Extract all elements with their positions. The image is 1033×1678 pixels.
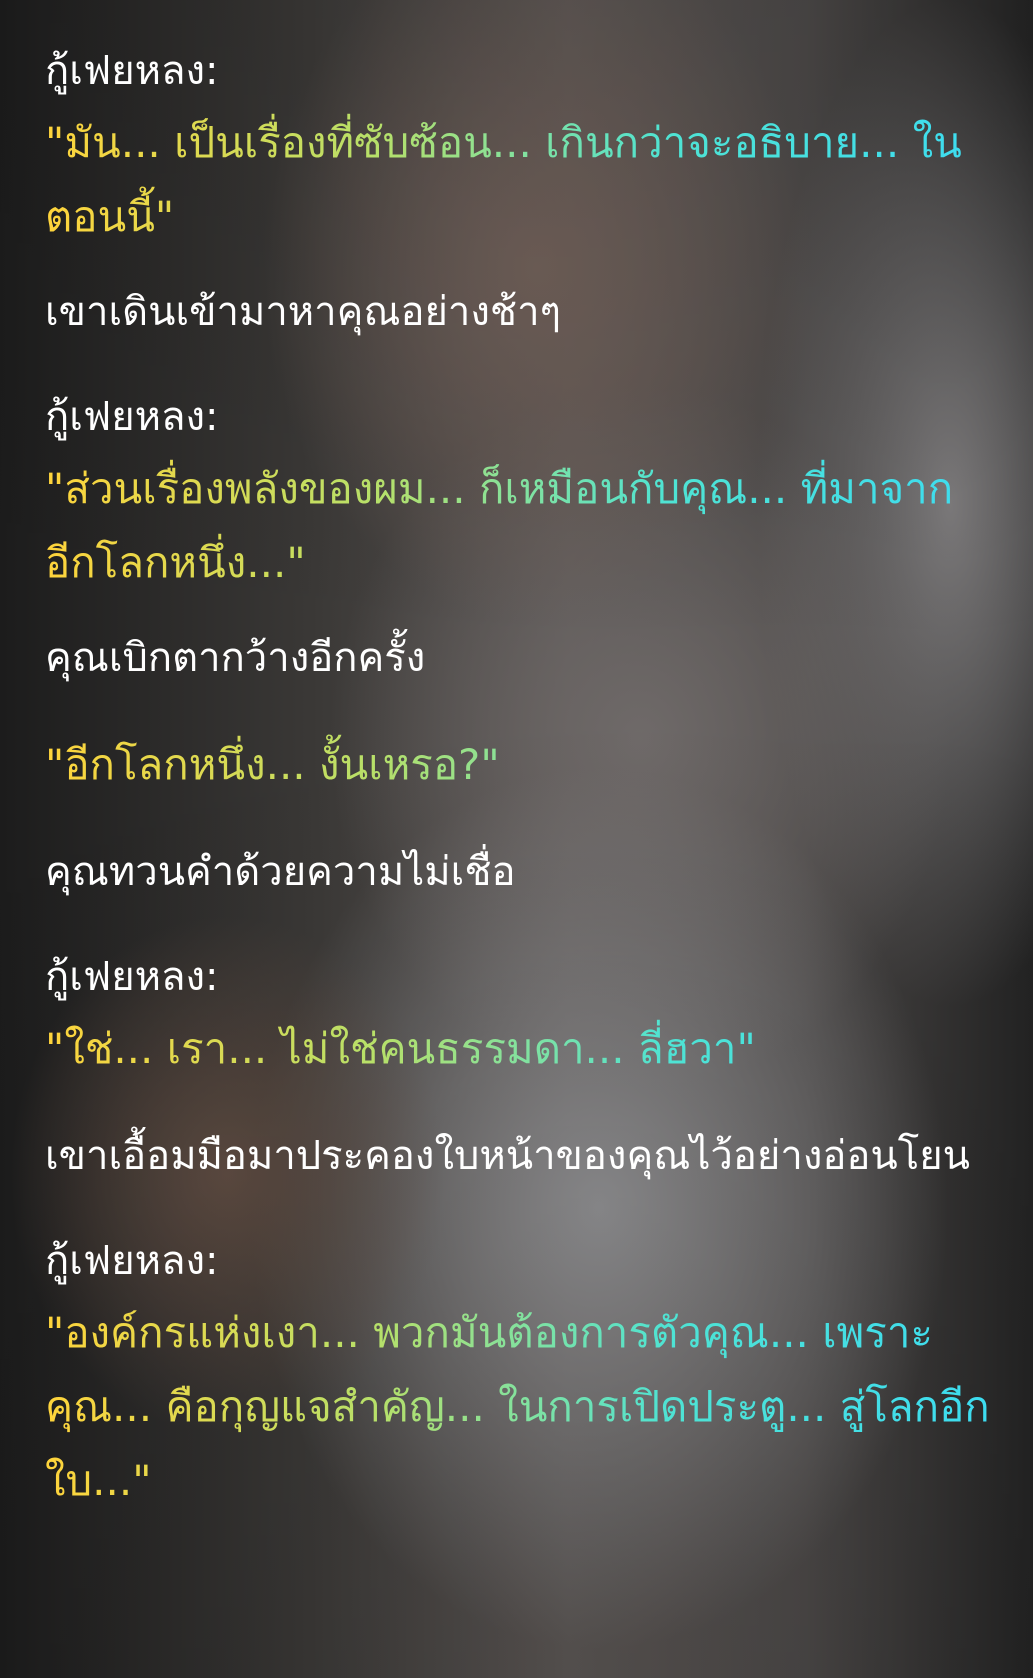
message-block: กู้เฟยหลง: "ใช่... เรา... ไม่ใช่คนธรรมดา… [45,942,1000,1086]
dialogue-text: "อีกโลกหนึ่ง... งั้นเหรอ?" [45,728,1000,802]
message-block: เขาเดินเข้ามาหาคุณอย่างช้าๆ [45,282,1000,342]
message-block: เขาเอื้อมมือมาประคองใบหน้าของคุณไว้อย่าง… [45,1126,1000,1186]
message-block: กู้เฟยหลง: "ส่วนเรื่องพลังของผม... ก็เหม… [45,382,1000,600]
chat-transcript: กู้เฟยหลง: "มัน... เป็นเรื่องที่ซับซ้อน.… [45,36,1000,1518]
narration-text: คุณเบิกตากว้างอีกครั้ง [45,635,426,681]
dialogue-text: "มัน... เป็นเรื่องที่ซับซ้อน... เกินกว่า… [45,106,1000,254]
speaker-name: กู้เฟยหลง: [45,48,219,94]
speaker-name: กู้เฟยหลง: [45,394,219,440]
narration-text: เขาเอื้อมมือมาประคองใบหน้าของคุณไว้อย่าง… [45,1133,970,1179]
message-block: คุณเบิกตากว้างอีกครั้ง [45,628,1000,688]
speaker-name: กู้เฟยหลง: [45,954,219,1000]
narration-text: คุณทวนคำด้วยความไม่เชื่อ [45,849,516,895]
speaker-name: กู้เฟยหลง: [45,1238,219,1284]
message-block: กู้เฟยหลง: "มัน... เป็นเรื่องที่ซับซ้อน.… [45,36,1000,254]
dialogue-text: "องค์กรแห่งเงา... พวกมันต้องการตัวคุณ...… [45,1296,1000,1518]
message-block: "อีกโลกหนึ่ง... งั้นเหรอ?" [45,728,1000,802]
narration-text: เขาเดินเข้ามาหาคุณอย่างช้าๆ [45,289,562,335]
dialogue-text: "ใช่... เรา... ไม่ใช่คนธรรมดา... ลี่ฮวา" [45,1012,1000,1086]
message-block: กู้เฟยหลง: "องค์กรแห่งเงา... พวกมันต้องก… [45,1226,1000,1518]
message-block: คุณทวนคำด้วยความไม่เชื่อ [45,842,1000,902]
dialogue-text: "ส่วนเรื่องพลังของผม... ก็เหมือนกับคุณ..… [45,452,1000,600]
